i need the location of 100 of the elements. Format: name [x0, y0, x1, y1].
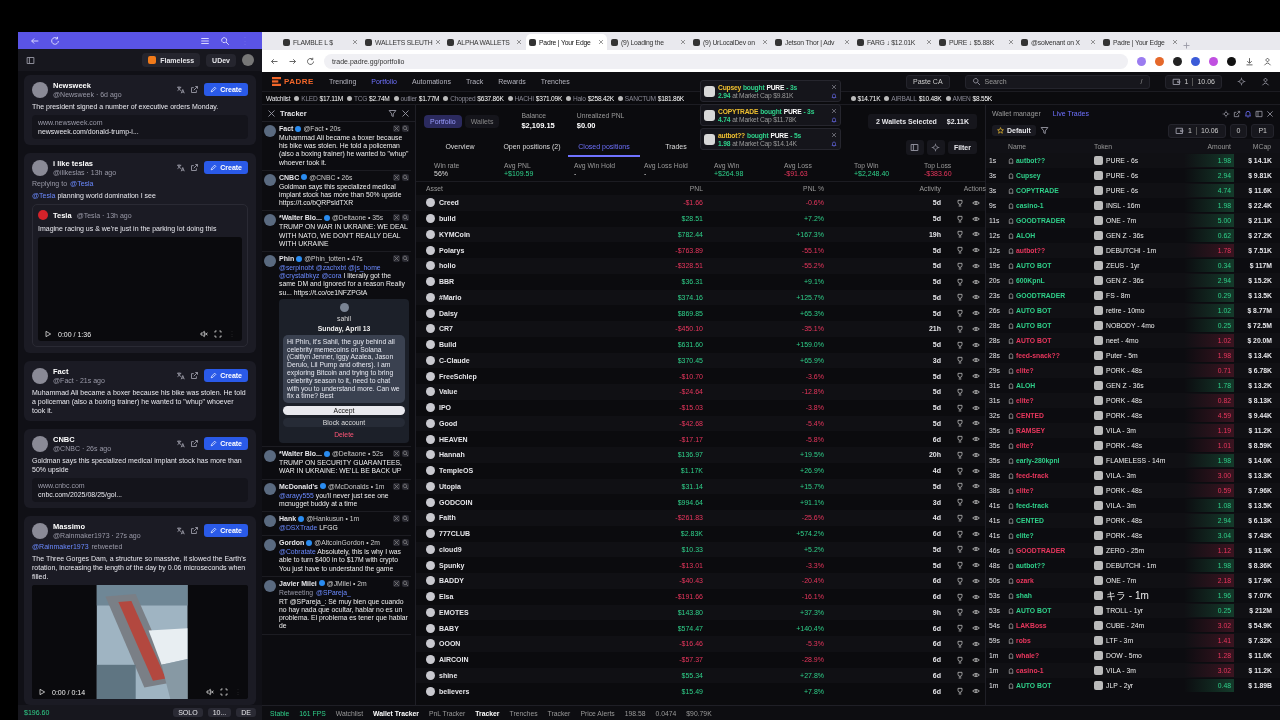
padre-logo[interactable]: PADRE: [272, 77, 314, 86]
close-icon[interactable]: [393, 125, 400, 132]
bell-icon[interactable]: [831, 116, 837, 123]
close-icon[interactable]: [352, 39, 358, 45]
close-icon[interactable]: [393, 539, 400, 547]
eye-icon[interactable]: [972, 576, 980, 585]
share-icon[interactable]: [190, 526, 200, 535]
eye-icon[interactable]: [972, 309, 980, 318]
translate-icon[interactable]: [176, 85, 186, 94]
eye-icon[interactable]: [972, 608, 980, 617]
trophy-icon[interactable]: [956, 482, 964, 491]
trophy-icon[interactable]: [956, 466, 964, 475]
close-icon[interactable]: [401, 108, 410, 118]
eye-icon[interactable]: [972, 387, 980, 396]
sidebar-icon[interactable]: [26, 55, 35, 65]
fullscreen-icon[interactable]: [220, 688, 228, 696]
eye-icon[interactable]: [972, 403, 980, 412]
trophy-icon[interactable]: [956, 498, 964, 507]
trophy-icon[interactable]: [956, 592, 964, 601]
trophy-icon[interactable]: [956, 513, 964, 522]
trophy-icon[interactable]: [956, 230, 964, 239]
close-icon[interactable]: [516, 39, 522, 45]
close-icon[interactable]: [393, 173, 400, 181]
play-icon[interactable]: [38, 688, 46, 696]
trophy-icon[interactable]: [956, 403, 964, 412]
eye-icon[interactable]: [972, 482, 980, 491]
eye-icon[interactable]: [972, 561, 980, 570]
trophy-icon[interactable]: [956, 261, 964, 270]
trophy-icon[interactable]: [956, 277, 964, 286]
trophy-icon[interactable]: [956, 671, 964, 680]
trophy-icon[interactable]: [956, 246, 964, 255]
close-icon[interactable]: [393, 255, 400, 263]
share-icon[interactable]: [190, 439, 200, 448]
eye-icon[interactable]: [972, 529, 980, 538]
user-icon[interactable]: [1261, 77, 1270, 86]
close-icon[interactable]: [435, 39, 442, 45]
close-icon[interactable]: [831, 107, 837, 114]
download-icon[interactable]: [1245, 56, 1254, 66]
trophy-icon[interactable]: [956, 545, 964, 554]
eye-icon[interactable]: [972, 419, 980, 428]
eye-icon[interactable]: [972, 261, 980, 270]
close-icon[interactable]: [680, 39, 686, 45]
eye-icon[interactable]: [972, 324, 980, 333]
close-icon[interactable]: [831, 131, 837, 138]
eye-icon[interactable]: [972, 624, 980, 633]
bell-icon[interactable]: [831, 140, 837, 147]
translate-icon[interactable]: [176, 439, 186, 448]
trophy-icon[interactable]: [956, 293, 964, 302]
filter-icon[interactable]: [388, 108, 397, 118]
trophy-icon[interactable]: [956, 608, 964, 617]
trophy-icon[interactable]: [956, 435, 964, 444]
search-icon[interactable]: [402, 450, 409, 458]
trophy-icon[interactable]: [956, 561, 964, 570]
translate-icon[interactable]: [176, 163, 186, 172]
share-icon[interactable]: [190, 163, 200, 172]
trophy-icon[interactable]: [956, 214, 964, 223]
user-icon[interactable]: [1263, 56, 1272, 66]
share-icon[interactable]: [190, 85, 200, 94]
filter-icon[interactable]: [1039, 126, 1049, 135]
trophy-icon[interactable]: [956, 340, 964, 349]
reload-icon[interactable]: [306, 56, 315, 66]
eye-icon[interactable]: [972, 372, 980, 381]
trophy-icon[interactable]: [956, 450, 964, 459]
eye-icon[interactable]: [972, 246, 980, 255]
avatar-icon[interactable]: [242, 54, 254, 66]
trophy-icon[interactable]: [956, 419, 964, 428]
bell-icon[interactable]: [1244, 109, 1252, 118]
close-icon[interactable]: [831, 83, 837, 90]
trophy-icon[interactable]: [956, 356, 964, 365]
close-icon[interactable]: [1008, 39, 1014, 45]
close-icon[interactable]: [393, 450, 400, 458]
eye-icon[interactable]: [972, 592, 980, 601]
close-icon[interactable]: [1172, 39, 1178, 45]
translate-icon[interactable]: [176, 371, 186, 380]
search-icon[interactable]: [402, 515, 409, 523]
mute-icon[interactable]: [206, 688, 214, 696]
trophy-icon[interactable]: [956, 309, 964, 318]
back-icon[interactable]: [30, 35, 40, 46]
eye-icon[interactable]: [972, 198, 980, 207]
forward-icon[interactable]: [288, 56, 297, 66]
translate-icon[interactable]: [176, 526, 186, 535]
close-icon[interactable]: [844, 39, 850, 45]
trophy-icon[interactable]: [956, 624, 964, 633]
eye-icon[interactable]: [972, 545, 980, 554]
eye-icon[interactable]: [972, 687, 980, 696]
search-icon[interactable]: [402, 214, 409, 222]
search-icon[interactable]: [402, 482, 409, 490]
mute-icon[interactable]: [200, 330, 208, 338]
layout-icon[interactable]: [910, 142, 920, 152]
close-icon[interactable]: [393, 515, 400, 523]
share-icon[interactable]: [1233, 109, 1241, 118]
close-icon[interactable]: [926, 39, 932, 45]
bell-icon[interactable]: [831, 92, 837, 99]
search-icon[interactable]: [402, 539, 409, 547]
search-icon[interactable]: [402, 173, 409, 181]
eye-icon[interactable]: [972, 498, 980, 507]
close-icon[interactable]: [393, 482, 400, 490]
share-icon[interactable]: [190, 371, 200, 380]
layout-icon[interactable]: [1255, 109, 1263, 118]
search-icon[interactable]: [402, 255, 409, 263]
